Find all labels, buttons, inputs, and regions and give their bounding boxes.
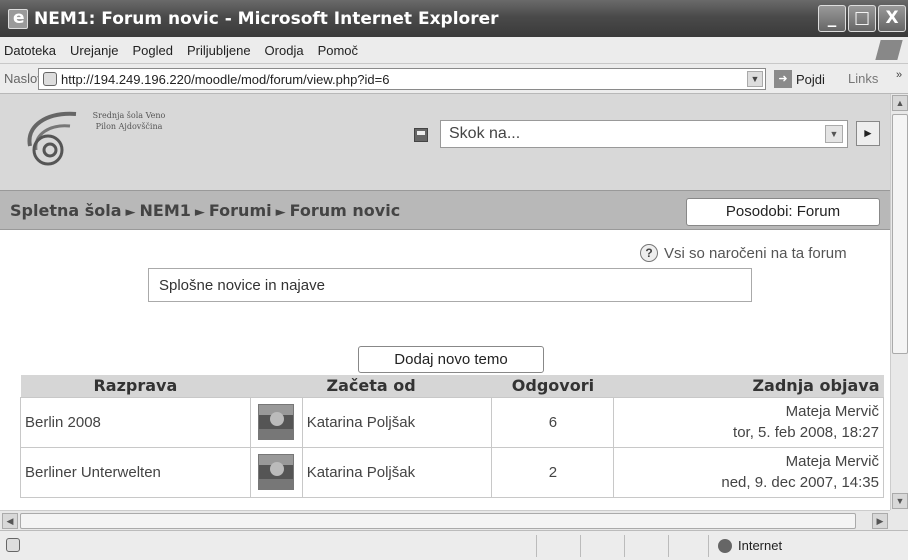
vertical-scrollbar[interactable]: ▲ ▼	[890, 94, 908, 510]
links-button[interactable]: Links	[848, 71, 878, 86]
zone-label: Internet	[738, 538, 783, 553]
go-label: Pojdi	[796, 71, 825, 87]
window-titlebar: NEM1: Forum novic - Microsoft Internet E…	[0, 0, 908, 37]
menu-item-help[interactable]: Pomoč	[318, 43, 358, 58]
scroll-left-icon[interactable]: ◀	[2, 513, 18, 529]
menu-item-view[interactable]: Pogled	[132, 43, 172, 58]
column-header-discussion: Razprava	[20, 375, 251, 397]
vertical-scroll-thumb[interactable]	[892, 114, 908, 354]
toolbar-chevron-icon[interactable]: »	[896, 69, 902, 81]
add-topic-button[interactable]: Dodaj novo temo	[358, 346, 544, 373]
minimize-button[interactable]: _	[818, 5, 846, 32]
discussion-link[interactable]: Berliner Unterwelten	[20, 446, 251, 498]
school-logo-icon[interactable]	[22, 106, 82, 168]
breadcrumb-separator: ►	[275, 205, 286, 220]
table-header-row: Razprava Začeta od Odgovori Zadnja objav…	[20, 375, 884, 397]
globe-icon	[718, 538, 732, 553]
avatar[interactable]	[258, 454, 295, 490]
page-status-icon	[6, 538, 20, 552]
status-divider	[708, 535, 709, 557]
replies-count[interactable]: 6	[491, 396, 615, 448]
breadcrumb-separator: ►	[125, 205, 136, 220]
menu-item-edit[interactable]: Urejanje	[70, 43, 118, 58]
address-input[interactable]: http://194.249.196.220/moodle/mod/forum/…	[38, 68, 766, 90]
jump-to-placeholder: Skok na...	[449, 125, 521, 142]
menu-item-favorites[interactable]: Priljubljene	[187, 43, 251, 58]
avatar[interactable]	[258, 404, 295, 440]
school-name-text: Srednja šola Veno Pilon Ajdovščina	[92, 111, 166, 131]
breadcrumb-link-site[interactable]: Spletna šola	[10, 201, 122, 220]
ie-app-icon	[8, 8, 28, 29]
column-header-last-post: Zadnja objava	[613, 375, 884, 397]
scroll-corner	[890, 510, 908, 530]
scroll-down-icon[interactable]: ▼	[892, 493, 908, 509]
address-label: Naslov	[4, 71, 44, 86]
status-divider	[580, 535, 581, 557]
scroll-right-icon[interactable]: ▶	[872, 513, 888, 529]
security-zone: Internet	[718, 538, 782, 553]
status-divider	[536, 535, 537, 557]
last-post-author[interactable]: Mateja Mervič	[618, 451, 879, 472]
breadcrumb: Spletna šola ► NEM1 ► Forumi ► Forum novic	[10, 201, 400, 220]
started-by-link[interactable]: Katarina Poljšak	[301, 396, 493, 448]
page-icon	[43, 72, 57, 86]
scroll-up-icon[interactable]: ▲	[892, 95, 908, 111]
discussion-link[interactable]: Berlin 2008	[20, 396, 251, 448]
subscription-text: Vsi so naročeni na ta forum	[664, 244, 847, 262]
last-post-date[interactable]: tor, 5. feb 2008, 18:27	[618, 422, 879, 443]
menu-item-tools[interactable]: Orodja	[265, 43, 304, 58]
windows-logo-icon	[875, 40, 903, 60]
breadcrumb-current: Forum novic	[289, 201, 401, 220]
address-dropdown-icon[interactable]: ▼	[747, 71, 763, 87]
go-button[interactable]: ➜ Pojdi	[774, 70, 825, 88]
page-viewport: Srednja šola Veno Pilon Ajdovščina Skok …	[0, 94, 890, 510]
column-header-replies: Odgovori	[491, 375, 614, 397]
window-title: NEM1: Forum novic - Microsoft Internet E…	[34, 8, 499, 29]
started-by-link[interactable]: Katarina Poljšak	[301, 446, 493, 498]
horizontal-scrollbar[interactable]: ◀ ▶	[0, 510, 890, 530]
close-button[interactable]: X	[878, 5, 906, 32]
address-bar: Naslov http://194.249.196.220/moodle/mod…	[0, 64, 908, 94]
discussion-table: Razprava Začeta od Odgovori Zadnja objav…	[20, 375, 884, 498]
table-row: Berlin 2008 Katarina Poljšak 6 Mateja Me…	[20, 396, 884, 448]
menu-item-file[interactable]: Datoteka	[4, 43, 56, 58]
forum-intro: Splošne novice in najave	[148, 268, 752, 302]
table-row: Berliner Unterwelten Katarina Poljšak 2 …	[20, 446, 884, 498]
replies-count[interactable]: 2	[491, 446, 615, 498]
address-url: http://194.249.196.220/moodle/mod/forum/…	[61, 71, 390, 87]
update-forum-button[interactable]: Posodobi: Forum	[686, 198, 880, 226]
jump-go-button[interactable]: ►	[856, 121, 880, 146]
breadcrumb-separator: ►	[194, 205, 205, 220]
go-arrow-icon: ➜	[774, 70, 792, 88]
horizontal-scroll-thumb[interactable]	[20, 513, 856, 529]
status-divider	[668, 535, 669, 557]
last-post-date[interactable]: ned, 9. dec 2007, 14:35	[618, 472, 879, 493]
maximize-button[interactable]: □	[848, 5, 876, 32]
site-header: Srednja šola Veno Pilon Ajdovščina Skok …	[0, 94, 890, 190]
breadcrumb-link-forums[interactable]: Forumi	[209, 201, 272, 220]
help-icon[interactable]: ?	[640, 244, 658, 262]
status-divider	[624, 535, 625, 557]
breadcrumb-link-course[interactable]: NEM1	[140, 201, 191, 220]
chevron-down-icon[interactable]: ▼	[825, 125, 843, 143]
last-post-author[interactable]: Mateja Mervič	[618, 401, 879, 422]
jump-to-icon	[414, 128, 428, 142]
column-header-started-by: Začeta od	[250, 375, 492, 397]
subscription-notice: ? Vsi so naročeni na ta forum	[640, 244, 847, 262]
jump-to-select[interactable]: Skok na... ▼	[440, 120, 848, 148]
status-bar: Internet	[0, 530, 908, 560]
nav-bar: Spletna šola ► NEM1 ► Forumi ► Forum novic Pos…	[0, 190, 890, 230]
menu-bar: Datoteka Urejanje Pogled Priljubljene Or…	[0, 37, 908, 64]
